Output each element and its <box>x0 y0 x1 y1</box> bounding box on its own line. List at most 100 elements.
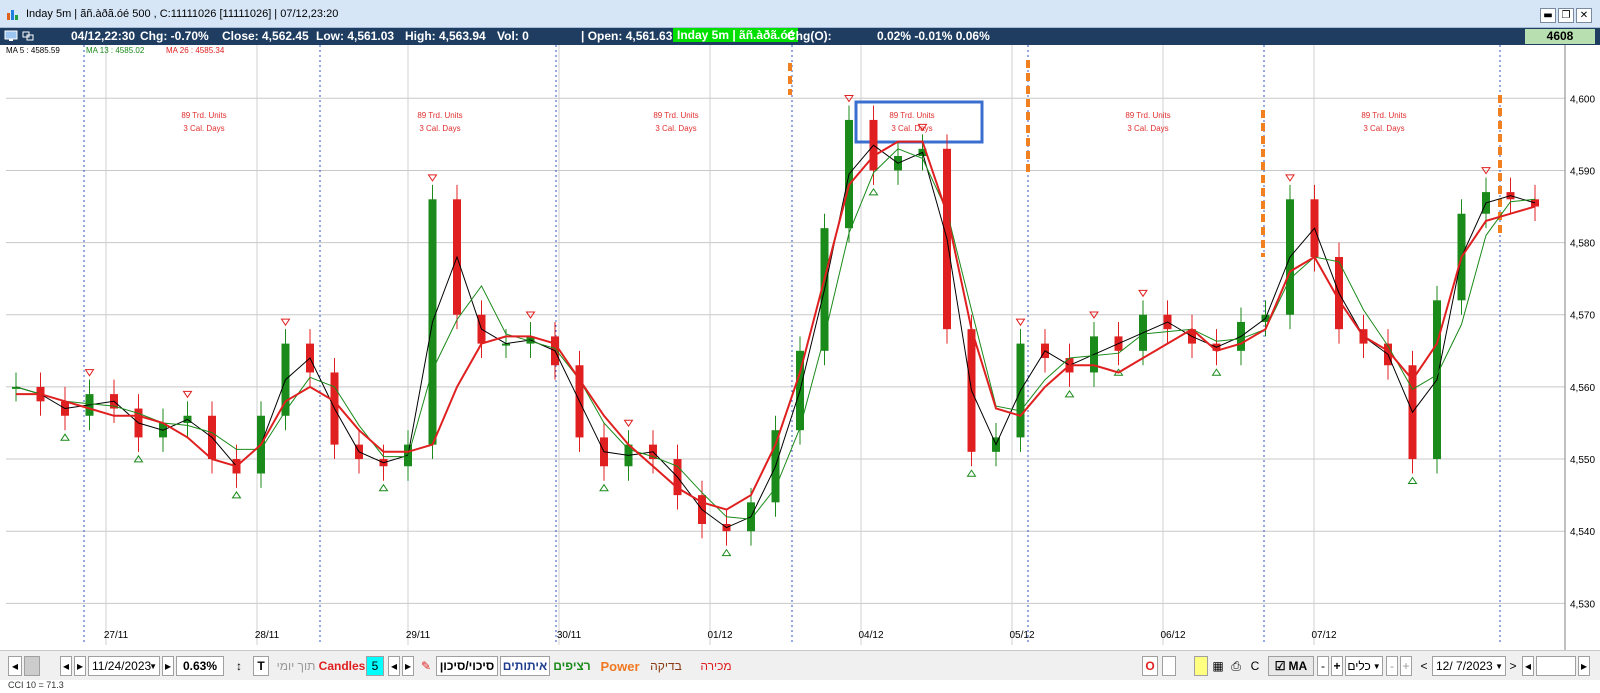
trough-marker <box>60 433 70 441</box>
period-annotation-line1: 89 Trd. Units <box>417 111 462 120</box>
period-annotation-line2: 3 Cal. Days <box>1363 124 1404 133</box>
y-tick-label: 4,590 <box>1570 166 1595 177</box>
peak-marker <box>1015 318 1026 327</box>
bottom-toolbar: ◂ ◂ ▸ 11/24/2023 ▼ ▸ 0.63% ↕ T תוך יומי … <box>0 650 1600 680</box>
ma26-legend: MA 26 : 4585.34 <box>166 46 225 55</box>
scroll-track[interactable] <box>1536 656 1576 676</box>
period-annotation-line2: 3 Cal. Days <box>891 124 932 133</box>
y-tick-label: 4,550 <box>1570 455 1595 466</box>
y-tick-label: 4,570 <box>1570 311 1595 322</box>
tools-label: כלים <box>1347 659 1371 673</box>
ma13-legend: MA 13 : 4585.02 <box>86 46 145 55</box>
close-button[interactable]: ✕ <box>1576 8 1592 23</box>
price-chart[interactable]: 4,600 4,590 4,580 4,570 4,560 4,550 4,540 4,530… <box>0 45 1600 650</box>
printer-icon[interactable]: ⎙ <box>1229 656 1243 676</box>
trough-marker <box>378 483 389 492</box>
period-annotation-line2: 3 Cal. Days <box>183 124 224 133</box>
indicator-status: CCI 10 = 71.3 <box>8 680 64 690</box>
info-high: High: 4,563.94 <box>405 29 486 43</box>
trough-marker <box>599 483 609 492</box>
peak-marker <box>1138 289 1148 298</box>
vertical-resize-icon[interactable]: ↕ <box>232 656 246 676</box>
period-annotation-line2: 3 Cal. Days <box>419 124 460 133</box>
risk-reward-button[interactable]: סיכוי/סיכון <box>436 656 498 676</box>
end-date-value: 12/ 7/2023 <box>1436 659 1493 673</box>
tools-plus-button[interactable]: + <box>1400 656 1412 676</box>
ma-toggle[interactable]: ☑ MA <box>1268 656 1314 676</box>
start-date-select[interactable]: 11/24/2023 ▼ <box>88 656 160 676</box>
y-tick-label: 4,580 <box>1570 239 1595 250</box>
text-tool-button[interactable]: T <box>253 656 269 676</box>
x-tick-label: 01/12 <box>707 630 732 641</box>
checkbox-icon: ☑ <box>1274 659 1286 673</box>
monitor-icon[interactable] <box>4 30 18 42</box>
end-date-select[interactable]: 12/ 7/2023 ▼ <box>1432 656 1506 676</box>
zoom-in-button[interactable]: + <box>1331 656 1343 676</box>
info-change-open-label: Chg(O): <box>787 29 832 43</box>
trough-marker <box>868 187 879 196</box>
test-button[interactable]: בדיקה <box>646 656 686 676</box>
trough-marker <box>721 548 732 557</box>
info-volume: Vol: 0 <box>497 29 529 43</box>
x-tick-label: 30/11 <box>557 630 582 641</box>
period-annotation-line2: 3 Cal. Days <box>655 124 696 133</box>
yellow-square-icon[interactable] <box>1194 656 1208 676</box>
signals-button[interactable]: איתותים <box>500 656 550 676</box>
tools-minus-button[interactable]: - <box>1386 656 1398 676</box>
start-date-value: 11/24/2023 <box>92 659 152 673</box>
instrument-tag: Inday 5m | ãñ.àðã.óé <box>673 28 799 42</box>
ma-label: MA <box>1288 659 1308 673</box>
peak-marker <box>1285 174 1295 182</box>
chevron-down-icon: ▼ <box>1495 661 1503 671</box>
date-next-button[interactable]: ▸ <box>162 656 174 676</box>
blank-toggle[interactable] <box>1162 656 1176 676</box>
trough-marker <box>231 491 242 499</box>
x-tick-label: 29/11 <box>406 630 431 641</box>
period-annotation-line1: 89 Trd. Units <box>889 111 934 120</box>
compare-icon[interactable] <box>22 31 34 42</box>
intraday-label[interactable]: תוך יומי <box>272 656 320 676</box>
candles-label[interactable]: Candles <box>318 656 366 676</box>
candles-increase-button[interactable]: ▸ <box>402 656 414 676</box>
quote-info-bar: 04/12,22:30 Chg: -0.70% Close: 4,562.45 … <box>0 28 1600 45</box>
o-button[interactable]: O <box>1142 656 1158 676</box>
period-annotation-line1: 89 Trd. Units <box>1361 111 1406 120</box>
y-tick-label: 4,600 <box>1570 94 1595 105</box>
x-tick-label: 04/12 <box>858 630 883 641</box>
grid-icon[interactable]: ▦ <box>1211 656 1225 676</box>
scroll-right-arrow[interactable]: ▸ <box>74 656 86 676</box>
end-date-next-arrow[interactable]: > <box>1508 656 1518 676</box>
scroll-left-end-button[interactable]: ◂ <box>1522 656 1534 676</box>
scroll-left-button[interactable]: ◂ <box>8 656 22 676</box>
zoom-out-button[interactable]: - <box>1317 656 1329 676</box>
info-low: Low: 4,561.03 <box>316 29 395 43</box>
period-annotation-line1: 89 Trd. Units <box>653 111 698 120</box>
sell-button[interactable]: מכירה <box>694 656 738 676</box>
minimize-button[interactable]: ▬ <box>1540 8 1556 23</box>
trough-marker <box>966 469 977 477</box>
y-tick-label: 4,540 <box>1570 527 1595 538</box>
restore-button[interactable]: ❐ <box>1558 8 1574 23</box>
last-price-box: 4608 <box>1525 29 1595 44</box>
eraser-icon[interactable]: ✎ <box>418 656 434 676</box>
tools-select[interactable]: כלים ▼ <box>1345 656 1383 676</box>
c-button[interactable]: C <box>1249 656 1261 676</box>
end-date-prev-arrow[interactable]: < <box>1419 656 1429 676</box>
continuous-button[interactable]: רציפים <box>552 656 592 676</box>
power-button[interactable]: Power <box>598 656 642 676</box>
info-datetime: 04/12,22:30 <box>71 29 136 43</box>
scroll-thumb[interactable] <box>24 656 40 676</box>
scroll-right-end-button[interactable]: ▸ <box>1578 656 1590 676</box>
candle-body <box>1531 199 1539 207</box>
period-annotation-line2: 3 Cal. Days <box>1127 124 1168 133</box>
candles-decrease-button[interactable]: ◂ <box>388 656 400 676</box>
x-tick-label: 27/11 <box>104 630 129 641</box>
info-close: Close: 4,562.45 <box>222 29 309 43</box>
candles-count-field[interactable]: 5 <box>366 656 384 676</box>
peak-marker <box>280 318 291 327</box>
x-tick-label: 28/11 <box>255 630 280 641</box>
peak-marker <box>427 174 438 182</box>
trough-marker <box>1064 389 1075 398</box>
percent-field[interactable]: 0.63% <box>176 656 224 676</box>
scroll-left-arrow[interactable]: ◂ <box>60 656 72 676</box>
